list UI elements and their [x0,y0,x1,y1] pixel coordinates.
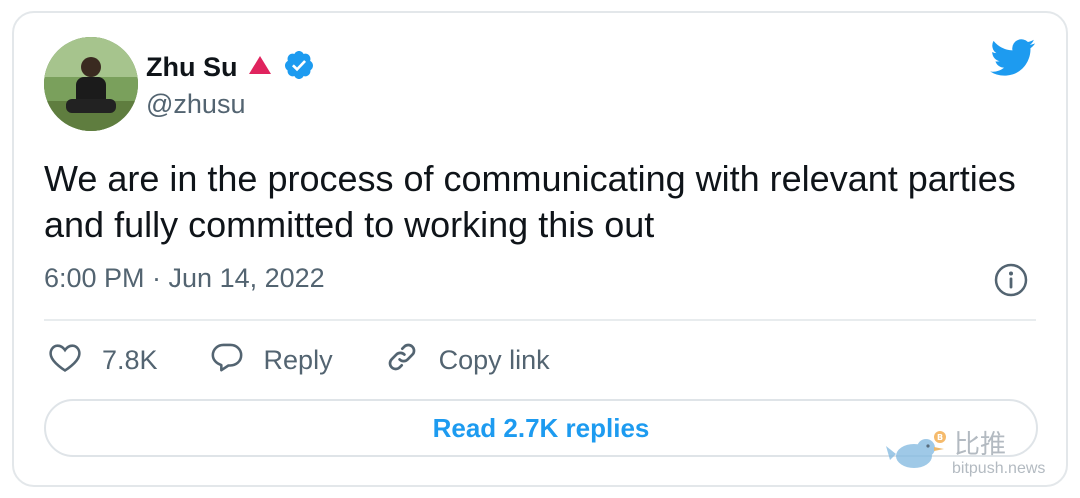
tweet-card: Zhu Su @zhusu We are in the process of c… [12,11,1068,487]
author-row: Zhu Su [146,49,315,86]
tweet-timestamp[interactable]: 6:00 PM · Jun 14, 2022 [44,263,325,294]
red-triangle-icon [247,54,273,81]
bird-logo-icon: B [886,430,948,479]
speech-bubble-icon [210,340,244,381]
divider [44,319,1036,321]
reply-button[interactable]: Reply [210,340,333,381]
heart-icon [48,341,82,380]
reply-label: Reply [263,345,333,375]
read-replies-label: Read 2.7K replies [432,412,650,443]
action-bar: 7.8K Reply Copy link [48,340,602,381]
author-name[interactable]: Zhu Su [146,52,237,83]
avatar[interactable] [44,37,138,131]
like-button[interactable]: 7.8K [48,341,158,380]
tweet-text: We are in the process of communicating w… [44,158,1016,245]
watermark-chinese: 比推 [954,430,1007,460]
info-icon[interactable] [994,263,1028,302]
like-count: 7.8K [102,345,158,375]
copy-link-label: Copy link [438,345,550,375]
author-handle[interactable]: @zhusu [146,89,245,120]
svg-text:B: B [937,433,943,442]
watermark-url: bitpush.news [952,460,1046,477]
watermark: B 比推 bitpush.news [886,424,1066,484]
link-icon [385,340,419,381]
verified-badge-icon [283,49,315,86]
copy-link-button[interactable]: Copy link [385,340,550,381]
twitter-bird-icon[interactable] [990,39,1036,82]
